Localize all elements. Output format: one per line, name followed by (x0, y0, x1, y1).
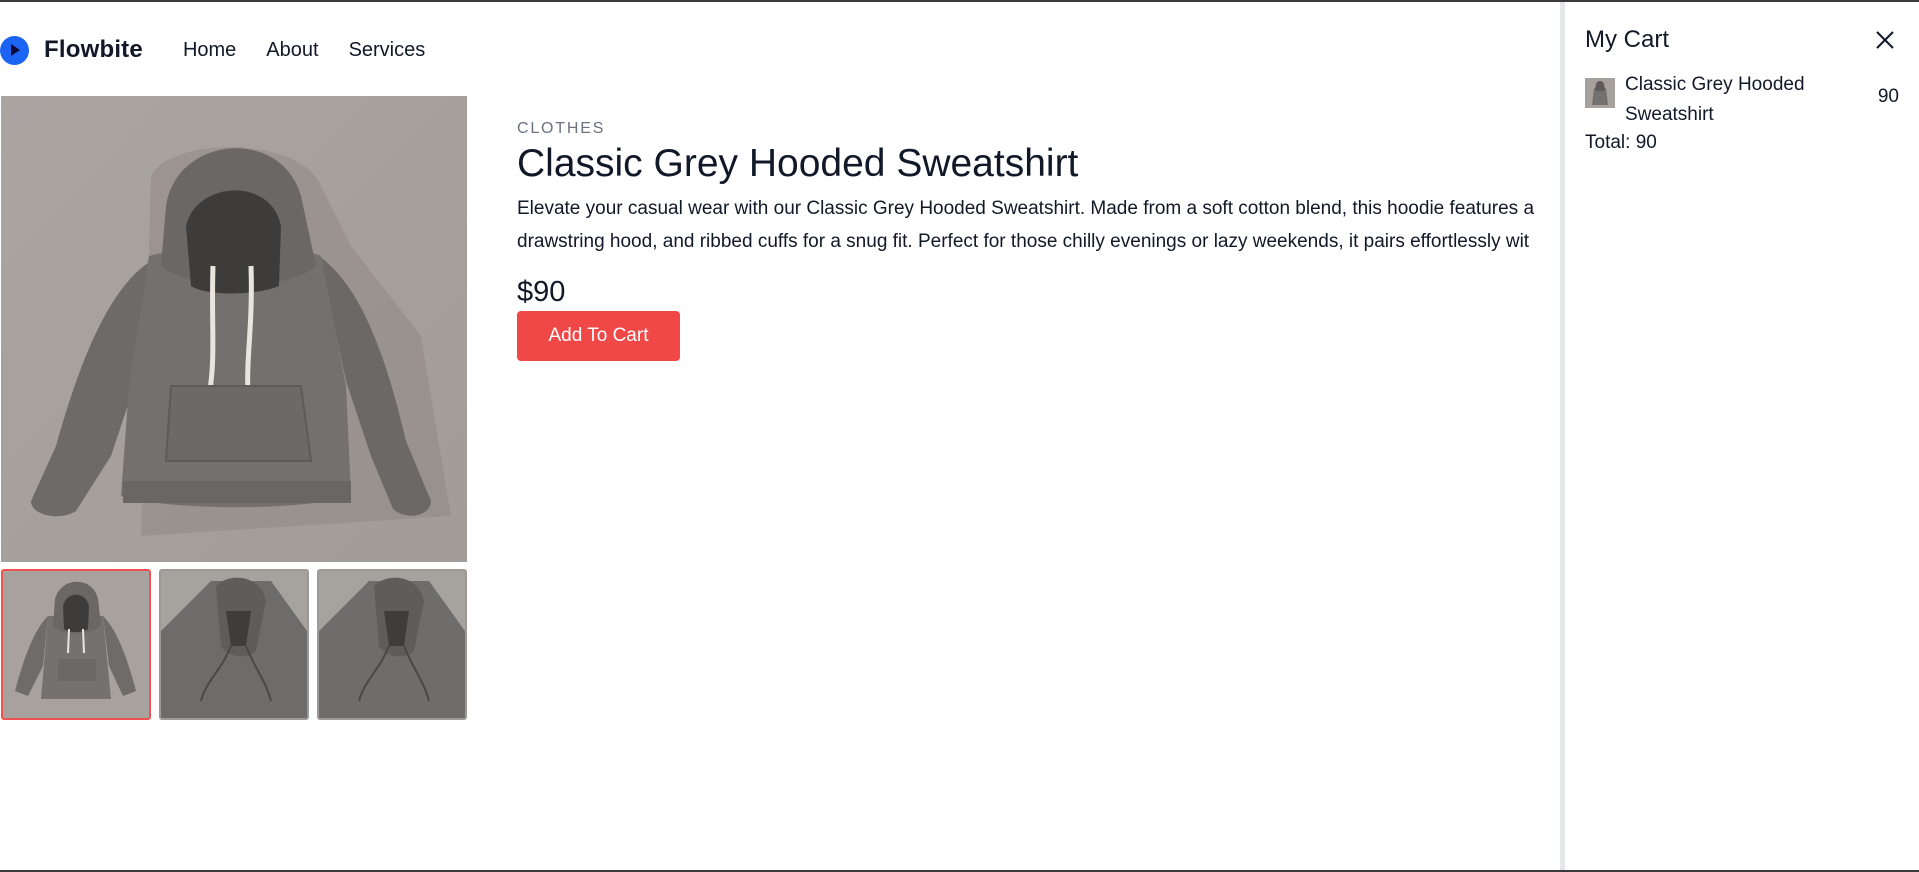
thumbnail-front[interactable] (1, 569, 151, 720)
nav-link-services[interactable]: Services (349, 39, 426, 62)
close-cart-button[interactable] (1871, 26, 1899, 54)
description-line: drawstring hood, and ribbed cuffs for a … (517, 231, 1530, 252)
nav-links: Home About Services (183, 39, 425, 62)
thumbnail-detail-1[interactable] (159, 569, 309, 720)
navbar: Flowbite Home About Services (0, 2, 1560, 98)
cart-item-image (1585, 78, 1615, 108)
cart-total: Total: 90 (1585, 132, 1657, 153)
product-title: Classic Grey Hooded Sweatshirt (517, 142, 1079, 185)
product-description: Elevate your casual wear with our Classi… (517, 192, 1562, 258)
close-icon (1876, 31, 1894, 49)
add-to-cart-button[interactable]: Add To Cart (517, 311, 680, 361)
hoodie-detail-icon (161, 571, 307, 718)
hoodie-detail-icon (319, 571, 465, 718)
cart-item-name: Classic Grey Hooded Sweatshirt (1625, 74, 1805, 125)
product-main-image (1, 96, 467, 562)
product-price: $90 (517, 276, 566, 308)
nav-link-about[interactable]: About (266, 39, 318, 62)
product-category: Clothes (517, 120, 606, 137)
cart-item: Classic Grey Hooded Sweatshirt 90 (1565, 54, 1919, 130)
hoodie-front-icon (3, 571, 149, 718)
product-info: Clothes Classic Grey Hooded Sweatshirt E… (517, 120, 1562, 361)
thumbnail-detail-2[interactable] (317, 569, 467, 720)
brand-name: Flowbite (44, 36, 143, 63)
thumbnail-list (1, 569, 467, 720)
cart-drawer: My Cart Classic Grey Hooded Sweatshirt 9… (1560, 2, 1919, 870)
cart-title: My Cart (1585, 26, 1669, 53)
cart-item-quantity: 90 (1877, 86, 1899, 107)
flowbite-logo-icon (0, 35, 29, 65)
hoodie-image (1, 96, 467, 562)
description-line: Elevate your casual wear with our Classi… (517, 198, 1535, 219)
brand[interactable]: Flowbite (0, 35, 143, 65)
hoodie-thumb-icon (1585, 78, 1615, 108)
page: Flowbite Home About Services CLOTHES Cla… (0, 0, 1919, 872)
cart-header: My Cart (1565, 2, 1919, 54)
nav-link-home[interactable]: Home (183, 39, 236, 62)
